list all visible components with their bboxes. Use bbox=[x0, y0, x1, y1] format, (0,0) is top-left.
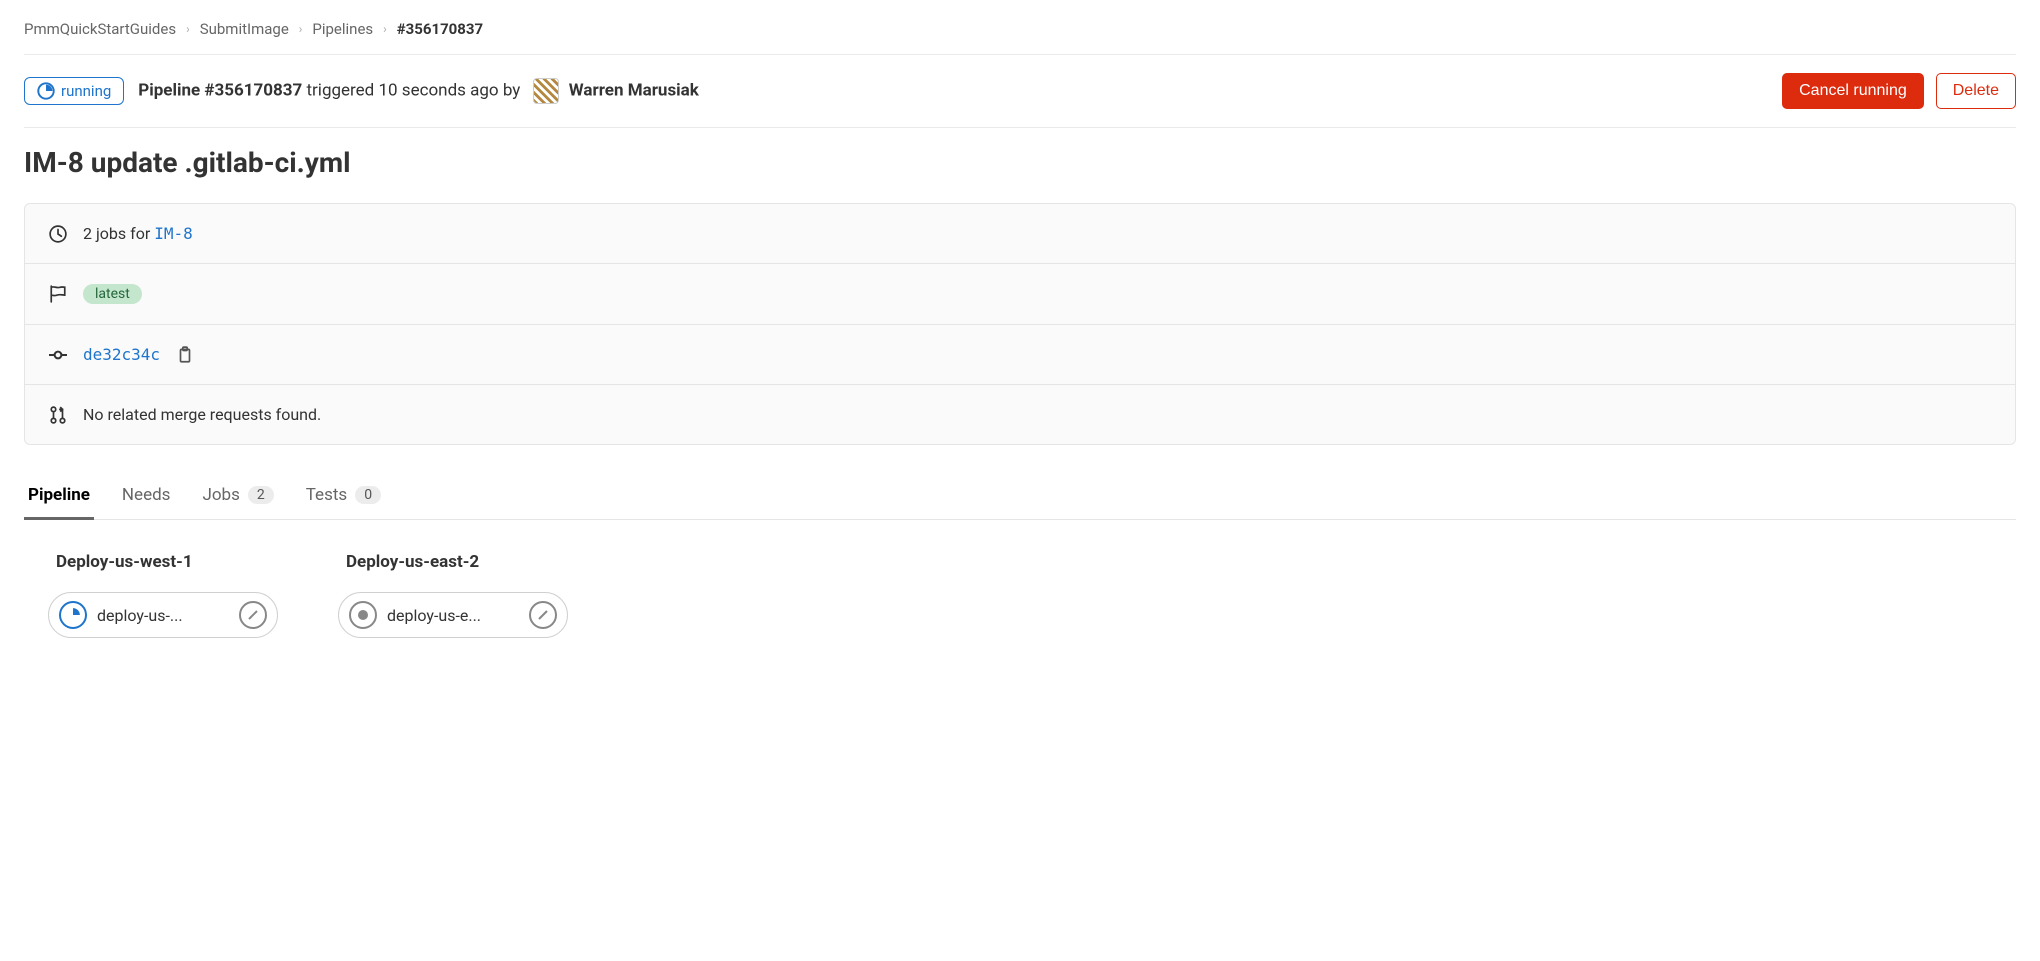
running-icon bbox=[37, 82, 55, 100]
pipeline-header: running Pipeline #356170837 triggered 10… bbox=[24, 55, 2016, 127]
jobs-info: 2 jobs for IM-8 bbox=[83, 224, 193, 243]
running-icon bbox=[59, 601, 87, 629]
user-name[interactable]: Warren Marusiak bbox=[569, 80, 699, 100]
flag-icon bbox=[49, 285, 67, 303]
cancel-icon bbox=[536, 608, 550, 622]
triggered-text: triggered 10 seconds ago by bbox=[306, 80, 520, 100]
tab-label: Needs bbox=[122, 485, 171, 505]
chevron-right-icon: › bbox=[299, 22, 303, 36]
breadcrumb: PmmQuickStartGuides › SubmitImage › Pipe… bbox=[24, 16, 2016, 54]
tab-label: Jobs bbox=[202, 485, 239, 505]
page-title: IM-8 update .gitlab-ci.yml bbox=[24, 128, 2016, 203]
tab-count: 0 bbox=[355, 486, 381, 504]
merge-requests-text: No related merge requests found. bbox=[83, 405, 321, 424]
tab-label: Pipeline bbox=[28, 485, 90, 505]
clock-icon bbox=[49, 225, 67, 243]
delete-button[interactable]: Delete bbox=[1936, 73, 2016, 109]
header-actions: Cancel running Delete bbox=[1782, 73, 2016, 109]
pipeline-stages: Deploy-us-west-1 deploy-us-... Deploy-us… bbox=[24, 520, 2016, 662]
breadcrumb-current: #356170837 bbox=[397, 20, 483, 38]
avatar[interactable] bbox=[533, 78, 559, 104]
tag-badge[interactable]: latest bbox=[83, 284, 142, 304]
commit-link[interactable]: de32c34c bbox=[83, 345, 160, 364]
stage-name[interactable]: Deploy-us-east-2 bbox=[338, 552, 568, 572]
job-pill[interactable]: deploy-us-e... bbox=[338, 592, 568, 638]
status-text: running bbox=[61, 82, 111, 100]
created-icon bbox=[349, 601, 377, 629]
job-name: deploy-us-e... bbox=[387, 606, 519, 625]
tab-pipeline[interactable]: Pipeline bbox=[24, 473, 94, 520]
tab-tests[interactable]: Tests 0 bbox=[302, 473, 385, 520]
cancel-icon bbox=[246, 608, 260, 622]
jobs-row: 2 jobs for IM-8 bbox=[25, 204, 2015, 264]
jobs-text: 2 jobs for bbox=[83, 224, 154, 243]
tab-label: Tests bbox=[306, 485, 347, 505]
branch-link[interactable]: IM-8 bbox=[154, 224, 193, 243]
cancel-job-button[interactable] bbox=[529, 601, 557, 629]
breadcrumb-item[interactable]: Pipelines bbox=[312, 20, 373, 38]
merge-request-icon bbox=[49, 406, 67, 424]
breadcrumb-item[interactable]: PmmQuickStartGuides bbox=[24, 20, 176, 38]
stage-name[interactable]: Deploy-us-west-1 bbox=[48, 552, 278, 572]
chevron-right-icon: › bbox=[383, 22, 387, 36]
tag-row: latest bbox=[25, 264, 2015, 325]
trigger-info: Pipeline #356170837 triggered 10 seconds… bbox=[138, 78, 699, 104]
chevron-right-icon: › bbox=[186, 22, 190, 36]
tab-count: 2 bbox=[248, 486, 274, 504]
merge-requests-row: No related merge requests found. bbox=[25, 385, 2015, 444]
info-card: 2 jobs for IM-8 latest de32c34c No relat… bbox=[24, 203, 2016, 445]
tab-needs[interactable]: Needs bbox=[118, 473, 175, 520]
job-pill[interactable]: deploy-us-... bbox=[48, 592, 278, 638]
breadcrumb-item[interactable]: SubmitImage bbox=[200, 20, 289, 38]
cancel-running-button[interactable]: Cancel running bbox=[1782, 73, 1924, 109]
job-name: deploy-us-... bbox=[97, 606, 229, 625]
tab-jobs[interactable]: Jobs 2 bbox=[198, 473, 277, 520]
stage: Deploy-us-east-2 deploy-us-e... bbox=[338, 552, 568, 638]
commit-icon bbox=[49, 346, 67, 364]
pipeline-id: Pipeline #356170837 bbox=[138, 80, 302, 100]
tabs: Pipeline Needs Jobs 2 Tests 0 bbox=[24, 473, 2016, 520]
cancel-job-button[interactable] bbox=[239, 601, 267, 629]
status-badge-running[interactable]: running bbox=[24, 77, 124, 105]
header-left: running Pipeline #356170837 triggered 10… bbox=[24, 77, 699, 105]
commit-row: de32c34c bbox=[25, 325, 2015, 385]
clipboard-icon[interactable] bbox=[176, 346, 194, 364]
stage: Deploy-us-west-1 deploy-us-... bbox=[48, 552, 278, 638]
